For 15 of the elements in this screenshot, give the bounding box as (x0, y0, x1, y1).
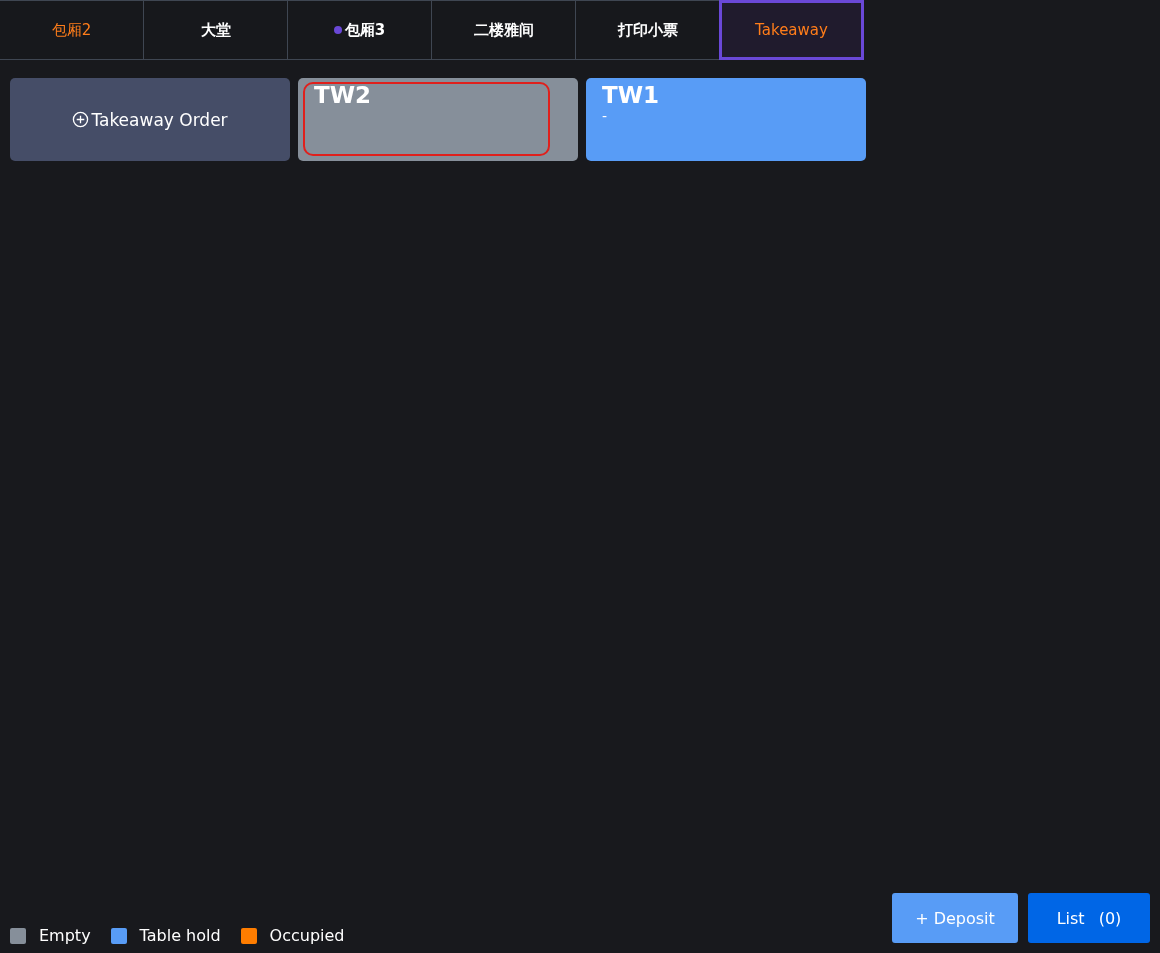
tab[interactable]: 包厢2 (0, 0, 144, 60)
table-name: TW1 (602, 82, 660, 108)
table-subtitle: - (602, 108, 608, 124)
legend-label: Empty (39, 926, 91, 945)
tab[interactable]: 大堂 (143, 0, 288, 60)
table-name: TW2 (314, 82, 372, 108)
takeaway-order-button[interactable]: Takeaway Order (10, 78, 290, 161)
tab[interactable]: 打印小票 (575, 0, 720, 60)
tab[interactable]: 二楼雅间 (431, 0, 576, 60)
tab[interactable]: 包厢3 (287, 0, 432, 60)
legend-label: Table hold (139, 926, 221, 945)
tab[interactable]: Takeaway (719, 0, 864, 60)
list-button[interactable]: List (0) (1028, 893, 1150, 943)
legend-label: Occupied (269, 926, 345, 945)
plus-circle-icon (72, 111, 90, 128)
